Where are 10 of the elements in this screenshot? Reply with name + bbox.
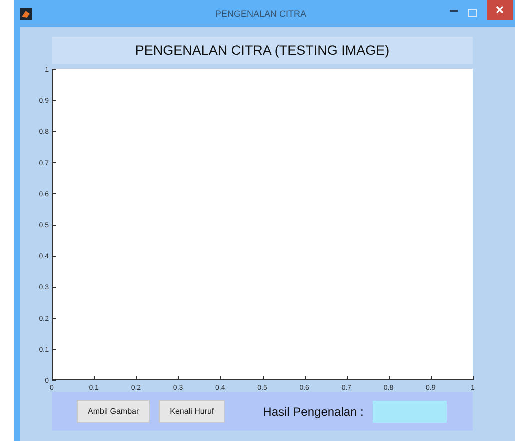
app-icon	[20, 8, 32, 20]
close-icon	[496, 6, 504, 14]
close-button[interactable]	[487, 0, 513, 20]
window-title: PENGENALAN CITRA	[214, 8, 308, 18]
minimize-icon[interactable]	[450, 9, 458, 12]
result-field[interactable]	[372, 400, 447, 422]
capture-button[interactable]: Ambil Gambar	[77, 400, 150, 423]
result-label: Hasil Pengenalan :	[263, 404, 364, 418]
panel-title: PENGENALAN CITRA (TESTING IMAGE)	[135, 43, 390, 58]
recognize-button[interactable]: Kenali Huruf	[159, 400, 226, 423]
